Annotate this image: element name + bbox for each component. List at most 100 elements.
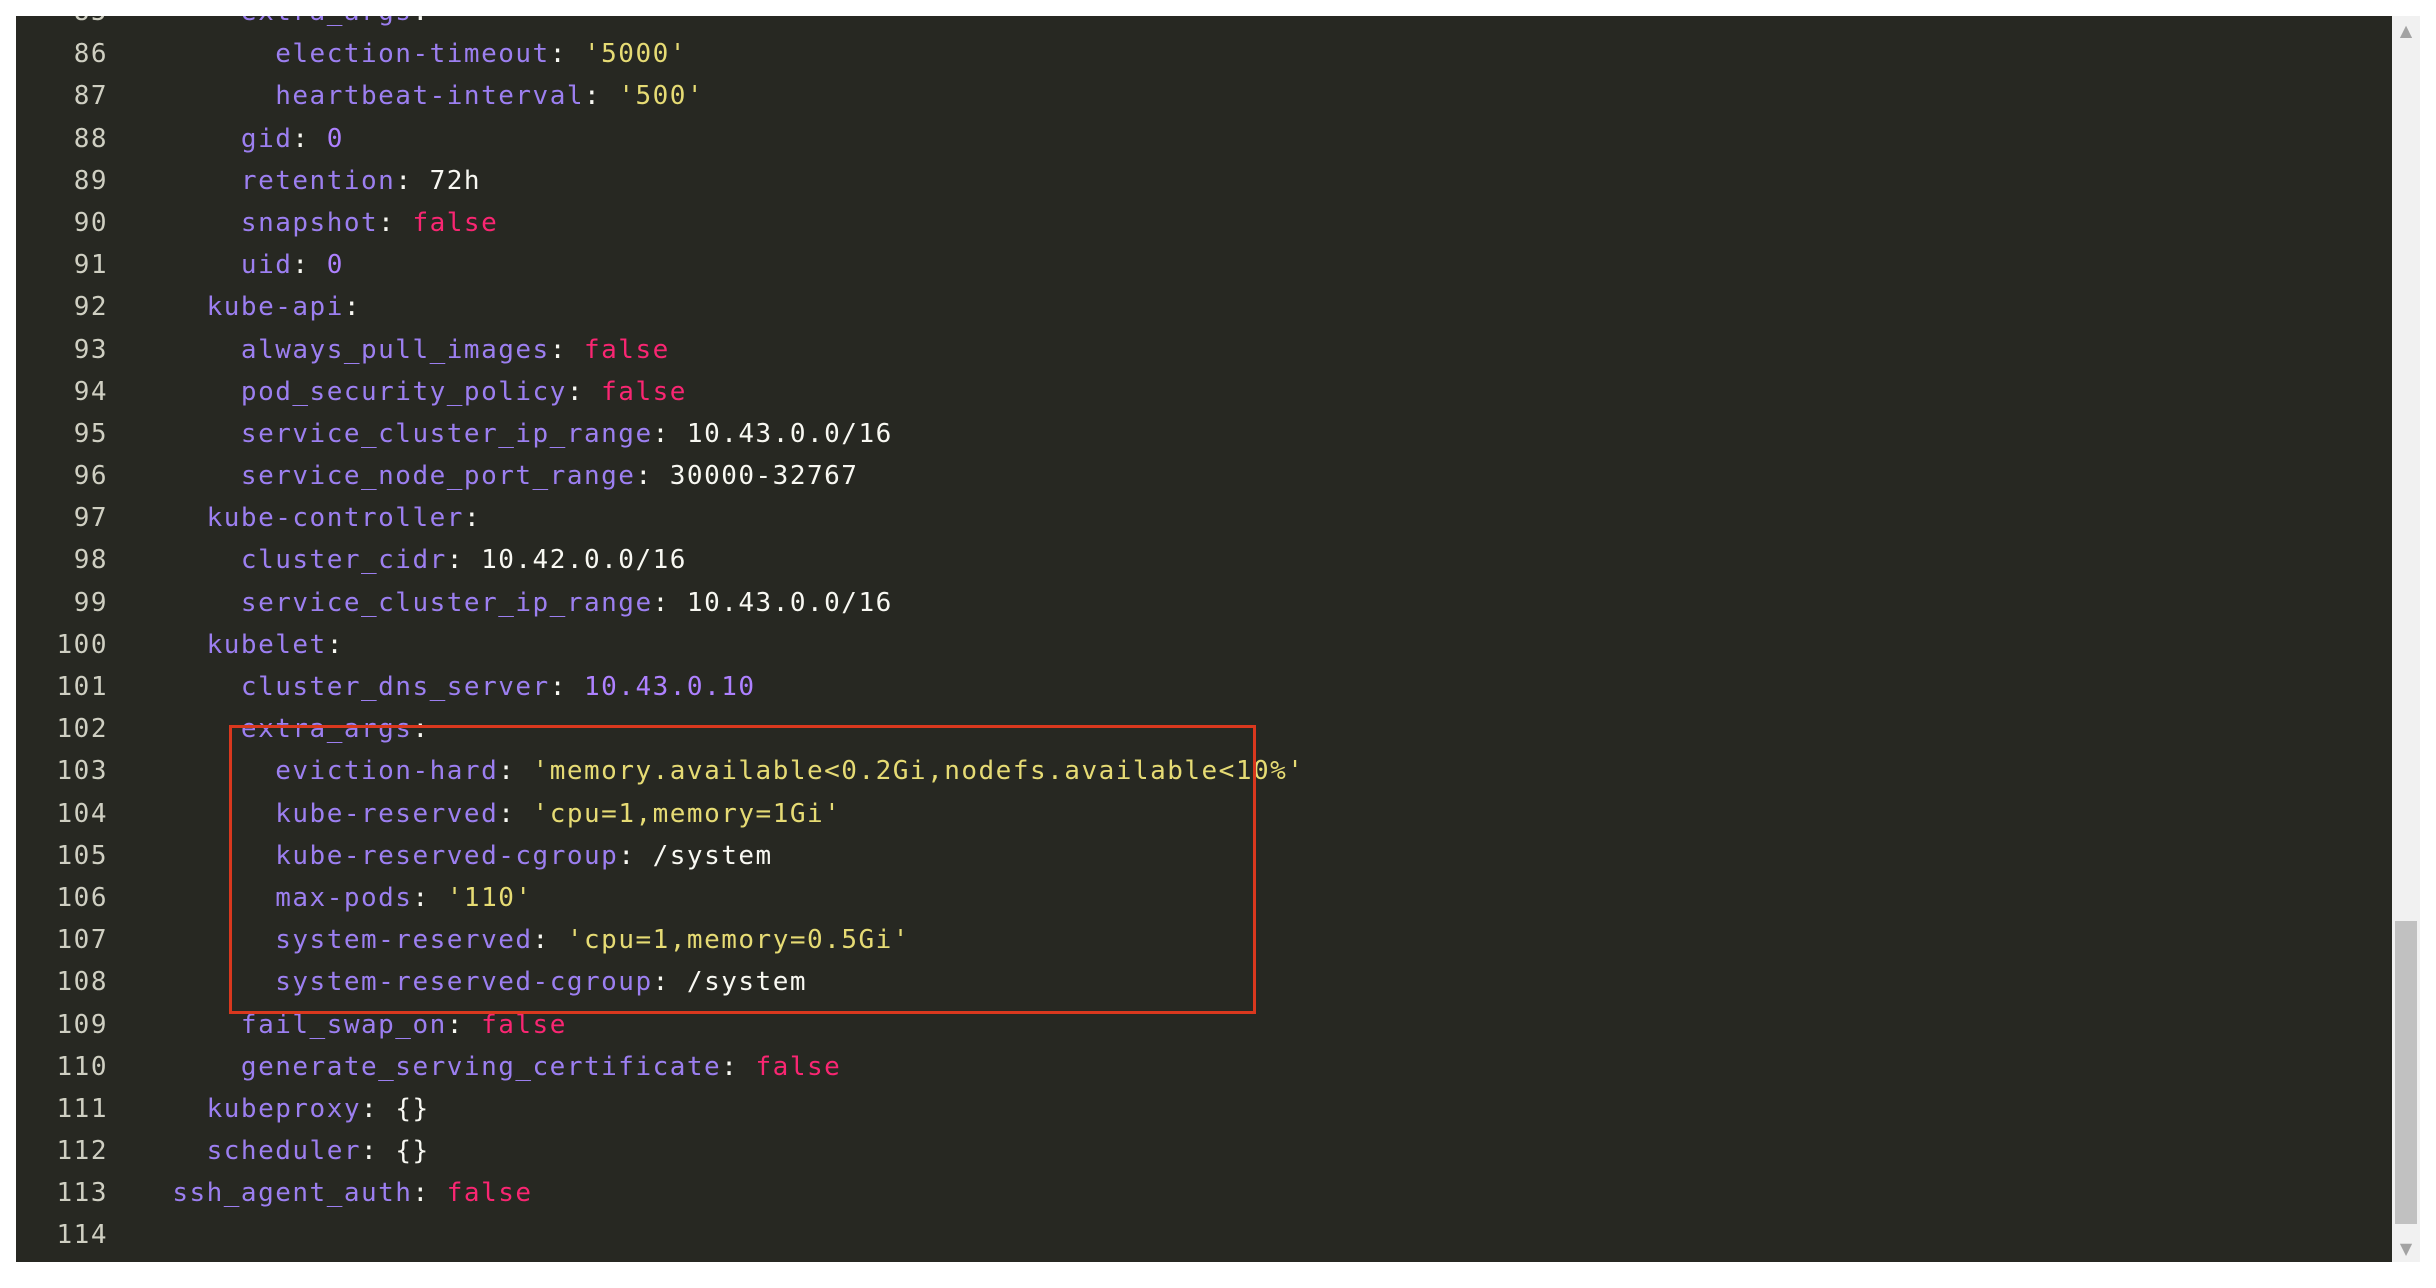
code-token: false (584, 334, 670, 365)
code-token: 30000-32767 (669, 461, 859, 492)
code-token: cluster_dns_server (240, 672, 550, 702)
line-content: election-timeout: '5000' (138, 33, 687, 75)
line-content: cluster_dns_server: 10.43.0.10 (138, 666, 756, 708)
line-content: kube-api: (138, 286, 361, 328)
code-token: uid (240, 250, 293, 281)
line-number: 90 (73, 207, 108, 238)
line-number: 85 (16, 16, 108, 33)
code-token: : (412, 882, 447, 913)
code-line: 85 extra_args: (16, 16, 2392, 33)
code-token: fail_swap_on (240, 1009, 447, 1040)
line-content: service_cluster_ip_range: 10.43.0.0/16 (138, 413, 893, 455)
code-token: kube-controller (206, 503, 464, 534)
code-token: cluster_cidr (240, 545, 447, 576)
code-line: 91 uid: 0 (16, 244, 2392, 286)
code-token: 10.42.0.0/16 (481, 545, 687, 576)
code-token: : (618, 840, 653, 871)
line-content: gid: 0 (138, 118, 344, 160)
code-line: 109 fail_swap_on: false (16, 1004, 2392, 1046)
code-token: generate_serving_certificate (240, 1051, 722, 1082)
code-line: 100 kubelet: (16, 624, 2392, 666)
code-token: false (412, 207, 499, 238)
code-token: /system (652, 840, 773, 871)
code-token: : (446, 1009, 482, 1040)
code-line: 102 extra_args: (16, 708, 2392, 750)
code-line: 106 max-pods: '110' (16, 877, 2392, 919)
line-number: 99 (73, 587, 108, 618)
code-token: kubelet (206, 629, 327, 660)
code-token: : (498, 756, 533, 787)
code-line: 111 kubeproxy: {} (16, 1088, 2392, 1130)
scrollbar-thumb[interactable] (2395, 921, 2417, 1224)
code-token: scheduler (206, 1136, 362, 1167)
code-token: false (601, 376, 687, 407)
code-token: : (361, 1136, 396, 1167)
code-line: 110 generate_serving_certificate: false (16, 1046, 2392, 1088)
code-line: 94 pod_security_policy: false (16, 371, 2392, 413)
line-content: kube-reserved-cgroup: /system (138, 835, 773, 877)
line-number: 112 (56, 1136, 108, 1167)
line-content: always_pull_images: false (138, 329, 670, 371)
line-number: 95 (73, 418, 108, 449)
vertical-scrollbar[interactable]: ▲ ▼ (2392, 16, 2420, 1262)
code-token: : (635, 461, 670, 492)
line-number: 88 (73, 123, 108, 154)
code-line: 107 system-reserved: 'cpu=1,memory=0.5Gi… (16, 919, 2392, 961)
code-token: kube-api (206, 292, 344, 323)
code-token: : (326, 629, 344, 660)
code-token: 'cpu=1,memory=0.5Gi' (566, 925, 910, 956)
code-editor[interactable]: 85 extra_args:86 election-timeout: '5000… (16, 16, 2392, 1262)
code-token: : (463, 503, 482, 534)
code-token: election-timeout (275, 39, 550, 70)
line-number: 106 (56, 882, 108, 913)
line-content: snapshot: false (138, 202, 498, 244)
code-line: 97 kube-controller: (16, 497, 2392, 539)
scroll-up-arrow-icon[interactable]: ▲ (2392, 16, 2420, 44)
code-token: : (652, 587, 687, 618)
code-token: always_pull_images (240, 334, 550, 365)
code-token: extra_args (241, 16, 413, 27)
scroll-down-arrow-icon[interactable]: ▼ (2392, 1234, 2420, 1262)
line-content: system-reserved: 'cpu=1,memory=0.5Gi' (138, 919, 910, 961)
code-line: 101 cluster_dns_server: 10.43.0.10 (16, 666, 2392, 708)
code-token: : (446, 545, 482, 576)
code-token: ssh_agent_auth (172, 1178, 413, 1209)
code-token: '110' (446, 882, 533, 913)
code-token: '500' (618, 81, 705, 112)
code-token: : (549, 39, 584, 70)
code-token: : (549, 334, 584, 365)
code-token: kube-reserved (275, 798, 499, 829)
line-content: kube-reserved: 'cpu=1,memory=1Gi' (138, 793, 841, 835)
code-line: 87 heartbeat-interval: '500' (16, 75, 2392, 117)
code-token: : (652, 418, 687, 449)
line-content: retention: 72h (138, 160, 481, 202)
code-token: : (395, 165, 430, 196)
code-token: 10.43.0.0/16 (686, 587, 893, 618)
code-token: : (652, 967, 687, 998)
line-content: extra_args: (138, 708, 430, 750)
line-number: 94 (73, 376, 108, 407)
code-token: pod_security_policy (240, 376, 567, 407)
line-content: max-pods: '110' (138, 877, 533, 919)
code-token: system-reserved (275, 925, 533, 956)
code-token: service_node_port_range (240, 461, 636, 492)
line-number: 87 (73, 81, 108, 112)
code-line: 93 always_pull_images: false (16, 329, 2392, 371)
code-token: service_cluster_ip_range (240, 587, 653, 618)
line-number: 102 (56, 714, 108, 745)
code-line: 88 gid: 0 (16, 118, 2392, 160)
code-token: : (361, 1093, 396, 1124)
